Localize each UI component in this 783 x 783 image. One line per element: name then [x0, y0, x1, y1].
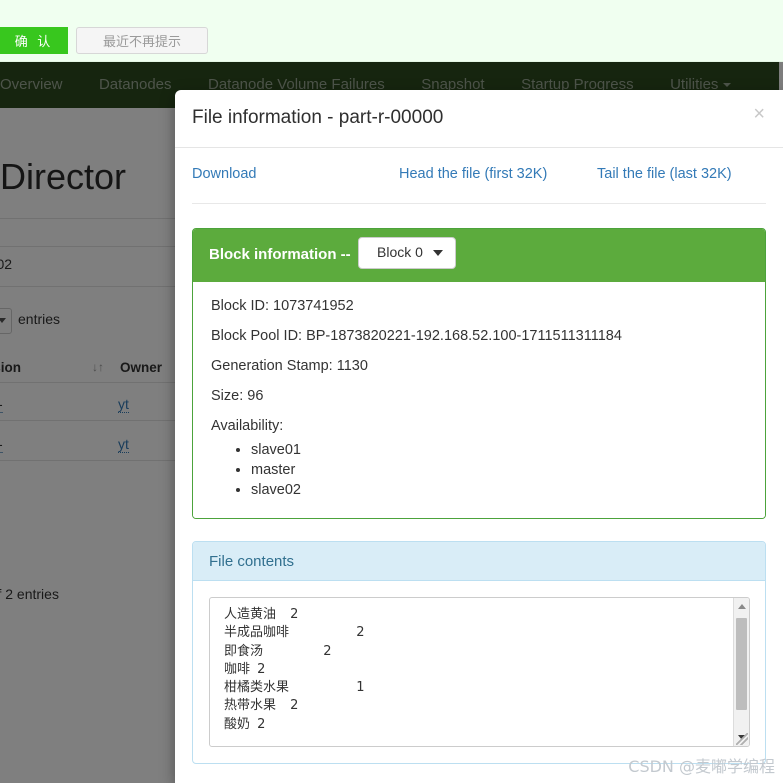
table-row: -r--r-- — [0, 396, 3, 413]
cell-owner[interactable]: yt — [118, 436, 129, 453]
block-information-panel: Block information -- Block 0 Block ID: 1… — [192, 228, 766, 519]
download-link[interactable]: Download — [192, 166, 257, 182]
close-icon[interactable]: × — [753, 104, 765, 124]
column-header-permission[interactable]: mission — [0, 360, 21, 375]
list-item: slave02 — [251, 480, 747, 500]
list-item: master — [251, 460, 747, 480]
owner-link[interactable]: yt — [118, 436, 129, 453]
block-id-text: Block ID: 1073741952 — [211, 298, 354, 314]
availability-list: slave01 master slave02 — [211, 440, 747, 500]
table-entries-summary: 2 of 2 entries — [0, 586, 59, 602]
modal-body: Download Head the file (first 32K) Tail … — [175, 148, 783, 764]
entries-per-page-select[interactable] — [0, 308, 12, 334]
file-contents-header: File contents — [193, 542, 765, 581]
cell-permission: -r--r-- — [0, 436, 3, 453]
head-file-link[interactable]: Head the file (first 32K) — [399, 166, 547, 182]
list-item: slave01 — [251, 440, 747, 460]
file-contents-text: 人造黄油 2 半成品咖啡 2 即食汤 2 咖啡 2 柑橘类水果 1 热带水果 2… — [224, 607, 365, 732]
resize-grip-icon[interactable] — [736, 733, 748, 745]
screen-root: 确 认 最近不再提示 Overview Datanodes Datanode V… — [0, 0, 783, 783]
modal-header: File information - part-r-00000 × — [175, 90, 783, 148]
size-text: Size: 96 — [211, 388, 264, 404]
block-information-body: Block ID: 1073741952 Block Pool ID: BP-1… — [193, 282, 765, 518]
block-select-value: Block 0 — [377, 244, 423, 260]
tail-file-link[interactable]: Tail the file (last 32K) — [597, 166, 732, 182]
dont-show-again-button[interactable]: 最近不再提示 — [76, 27, 208, 54]
scrollbar[interactable] — [733, 598, 749, 746]
block-information-header: Block information -- Block 0 — [193, 229, 765, 282]
table-row: -r--r-- — [0, 436, 3, 453]
chevron-down-icon — [433, 250, 443, 256]
nav-item-overview[interactable]: Overview — [0, 62, 79, 108]
file-information-modal: File information - part-r-00000 × Downlo… — [175, 90, 783, 783]
file-contents-textarea[interactable]: 人造黄油 2 半成品咖啡 2 即食汤 2 咖啡 2 柑橘类水果 1 热带水果 2… — [209, 597, 750, 747]
chevron-down-icon — [0, 318, 6, 323]
file-action-links: Download Head the file (first 32K) Tail … — [192, 148, 766, 204]
sort-icon[interactable]: ↓↑ — [92, 360, 104, 374]
nav-item-datanodes[interactable]: Datanodes — [83, 62, 188, 108]
cell-owner[interactable]: yt — [118, 396, 129, 413]
block-information-title: Block information -- — [209, 246, 351, 263]
confirm-button[interactable]: 确 认 — [0, 27, 68, 54]
scroll-up-icon[interactable] — [738, 604, 746, 609]
block-pool-id-text: Block Pool ID: BP-1873820221-192.168.52.… — [211, 328, 622, 344]
generation-stamp-text: Generation Stamp: 1130 — [211, 358, 368, 374]
entries-label: entries — [18, 311, 61, 327]
owner-link[interactable]: yt — [118, 396, 129, 413]
chevron-down-icon — [723, 83, 732, 88]
cell-permission: -r--r-- — [0, 396, 3, 413]
modal-title: File information - part-r-00000 — [192, 107, 444, 128]
file-contents-title: File contents — [209, 553, 295, 570]
availability-label: Availability: — [211, 418, 284, 434]
block-select[interactable]: Block 0 — [358, 237, 456, 269]
column-header-owner[interactable]: Owner — [120, 360, 162, 375]
notice-banner: 确 认 最近不再提示 — [0, 0, 783, 62]
breadcrumb: 1-02 — [0, 256, 13, 272]
file-contents-panel: File contents 人造黄油 2 半成品咖啡 2 即食汤 2 咖啡 2 … — [192, 541, 766, 764]
page-title: se Director — [0, 156, 127, 197]
scrollbar-thumb[interactable] — [736, 618, 747, 710]
file-contents-body: 人造黄油 2 半成品咖啡 2 即食汤 2 咖啡 2 柑橘类水果 1 热带水果 2… — [193, 581, 765, 763]
